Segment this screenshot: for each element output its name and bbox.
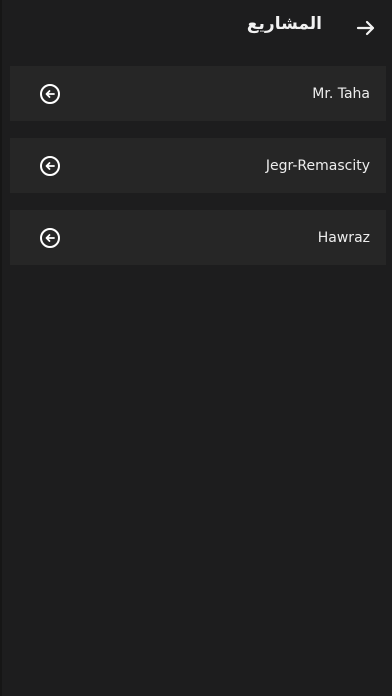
projects-screen: المشاريع Mr. Taha Jegr-Remascity Hawraz [2,0,392,696]
project-item-hawraz[interactable]: Hawraz [10,210,386,265]
arrow-right-icon [356,20,375,36]
project-name: Jegr-Remascity [265,157,370,174]
project-item-mr-taha[interactable]: Mr. Taha [10,66,386,121]
project-list: Mr. Taha Jegr-Remascity Hawraz [10,66,386,282]
arrow-left-circle-icon[interactable] [39,227,61,249]
project-item-jegr-remascity[interactable]: Jegr-Remascity [10,138,386,193]
back-button[interactable] [352,14,380,42]
page-title: المشاريع [246,14,322,34]
header-bar: المشاريع [2,0,392,58]
project-name: Mr. Taha [312,85,370,102]
project-name: Hawraz [317,229,370,246]
arrow-left-circle-icon[interactable] [39,155,61,177]
arrow-left-circle-icon[interactable] [39,83,61,105]
